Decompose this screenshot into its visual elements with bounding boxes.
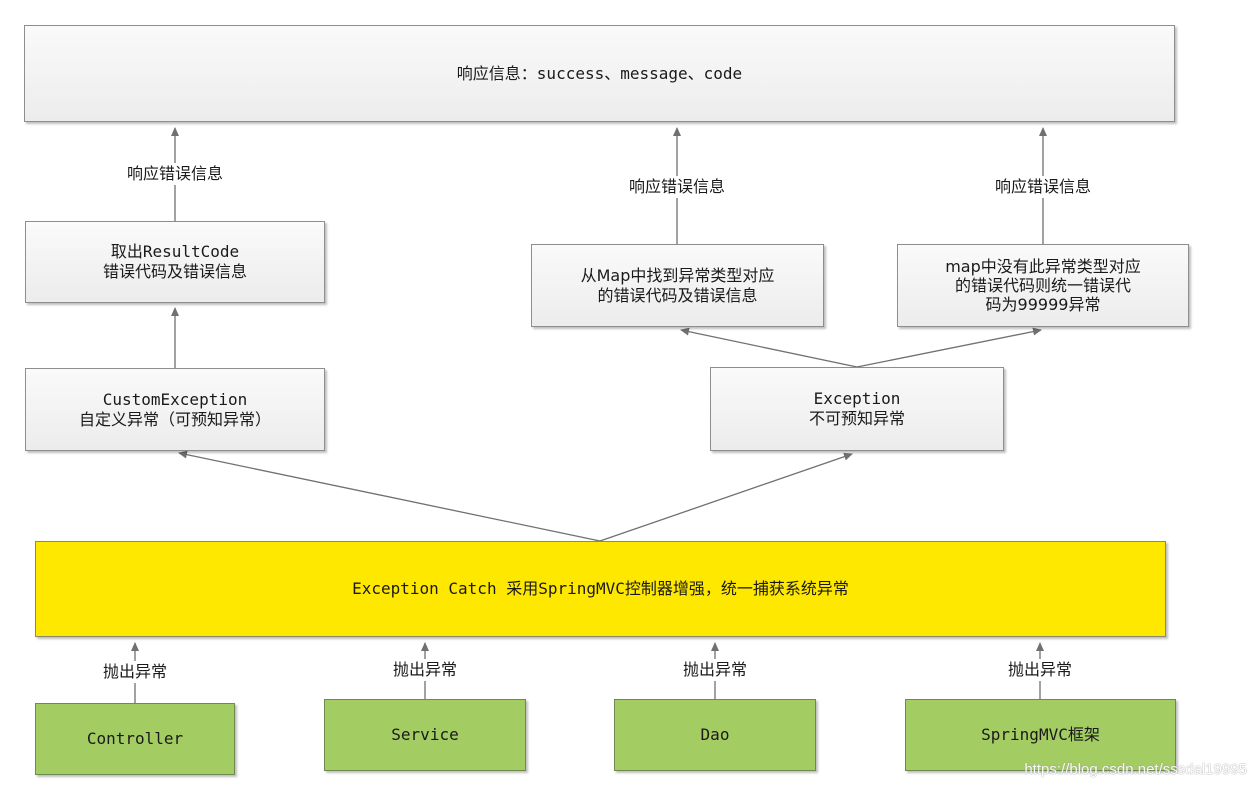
controller-text: Controller — [86, 729, 184, 748]
watermark: https://blog.csdn.net/sssdal19995 — [1024, 761, 1247, 778]
dao-text: Dao — [700, 725, 730, 744]
dao-node: Dao — [614, 699, 816, 771]
exception-text: Exception 不可预知异常 — [808, 389, 905, 428]
edge-catch-to-exception — [599, 452, 853, 542]
map-found-text: 从Map中找到异常类型对应 的错误代码及错误信息 — [580, 265, 775, 305]
exception-catch-node: Exception Catch 采用SpringMVC控制器增强，统一捕获系统异… — [35, 541, 1166, 637]
controller-node: Controller — [35, 703, 235, 775]
exception-catch-text: Exception Catch 采用SpringMVC控制器增强，统一捕获系统异… — [352, 579, 849, 598]
map-missing-node: map中没有此异常类型对应 的错误代码则统一错误代 码为99999异常 — [897, 244, 1189, 327]
custom-exception-node: CustomException 自定义异常（可预知异常） — [25, 368, 325, 451]
custom-exception-text: CustomException 自定义异常（可预知异常） — [78, 389, 271, 429]
response-info-text: 响应信息：success、message、code — [456, 63, 743, 83]
edge-label-response-left: 响应错误信息 — [124, 163, 226, 185]
edge-exception-to-mapfound — [680, 327, 858, 368]
service-text: Service — [391, 725, 459, 744]
edge-label-controller: 抛出异常 — [100, 661, 170, 683]
exception-node: Exception 不可预知异常 — [710, 367, 1004, 451]
map-found-node: 从Map中找到异常类型对应 的错误代码及错误信息 — [531, 244, 824, 327]
edge-catch-to-custom — [178, 450, 601, 542]
edge-exception-to-mapmissing — [856, 327, 1042, 368]
response-info-node: 响应信息：success、message、code — [24, 25, 1175, 122]
edge-label-response-middle: 响应错误信息 — [626, 176, 728, 198]
edge-label-response-right: 响应错误信息 — [992, 176, 1094, 198]
service-node: Service — [324, 699, 526, 771]
springmvc-text: SpringMVC框架 — [981, 725, 1100, 744]
result-code-text: 取出ResultCode 错误代码及错误信息 — [102, 242, 247, 281]
result-code-node: 取出ResultCode 错误代码及错误信息 — [25, 221, 325, 303]
edge-label-service: 抛出异常 — [390, 659, 460, 681]
map-missing-text: map中没有此异常类型对应 的错误代码则统一错误代 码为99999异常 — [945, 257, 1141, 314]
edge-label-dao: 抛出异常 — [680, 659, 750, 681]
edge-label-springmvc: 抛出异常 — [1005, 659, 1075, 681]
